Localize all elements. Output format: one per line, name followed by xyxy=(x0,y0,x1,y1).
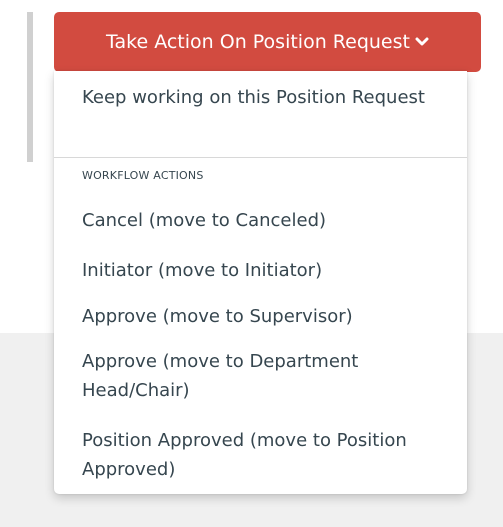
menu-item-initiator[interactable]: Initiator (move to Initiator) xyxy=(82,256,455,285)
chevron-down-icon xyxy=(415,37,429,47)
menu-item-keep-working[interactable]: Keep working on this Position Request xyxy=(82,83,455,112)
menu-divider xyxy=(54,157,467,158)
take-action-dropdown-menu: Keep working on this Position Request WO… xyxy=(54,71,467,494)
menu-item-approve-supervisor[interactable]: Approve (move to Supervisor) xyxy=(82,302,455,331)
menu-item-position-approved[interactable]: Position Approved (move to Position Appr… xyxy=(82,426,455,484)
workflow-actions-header: WORKFLOW ACTIONS xyxy=(82,169,204,182)
menu-item-approve-department-head[interactable]: Approve (move to Department Head/Chair) xyxy=(82,347,455,405)
left-accent-bar xyxy=(27,12,33,162)
take-action-button-label: Take Action On Position Request xyxy=(106,31,410,53)
menu-item-cancel[interactable]: Cancel (move to Canceled) xyxy=(82,206,455,235)
take-action-button[interactable]: Take Action On Position Request xyxy=(54,12,481,72)
